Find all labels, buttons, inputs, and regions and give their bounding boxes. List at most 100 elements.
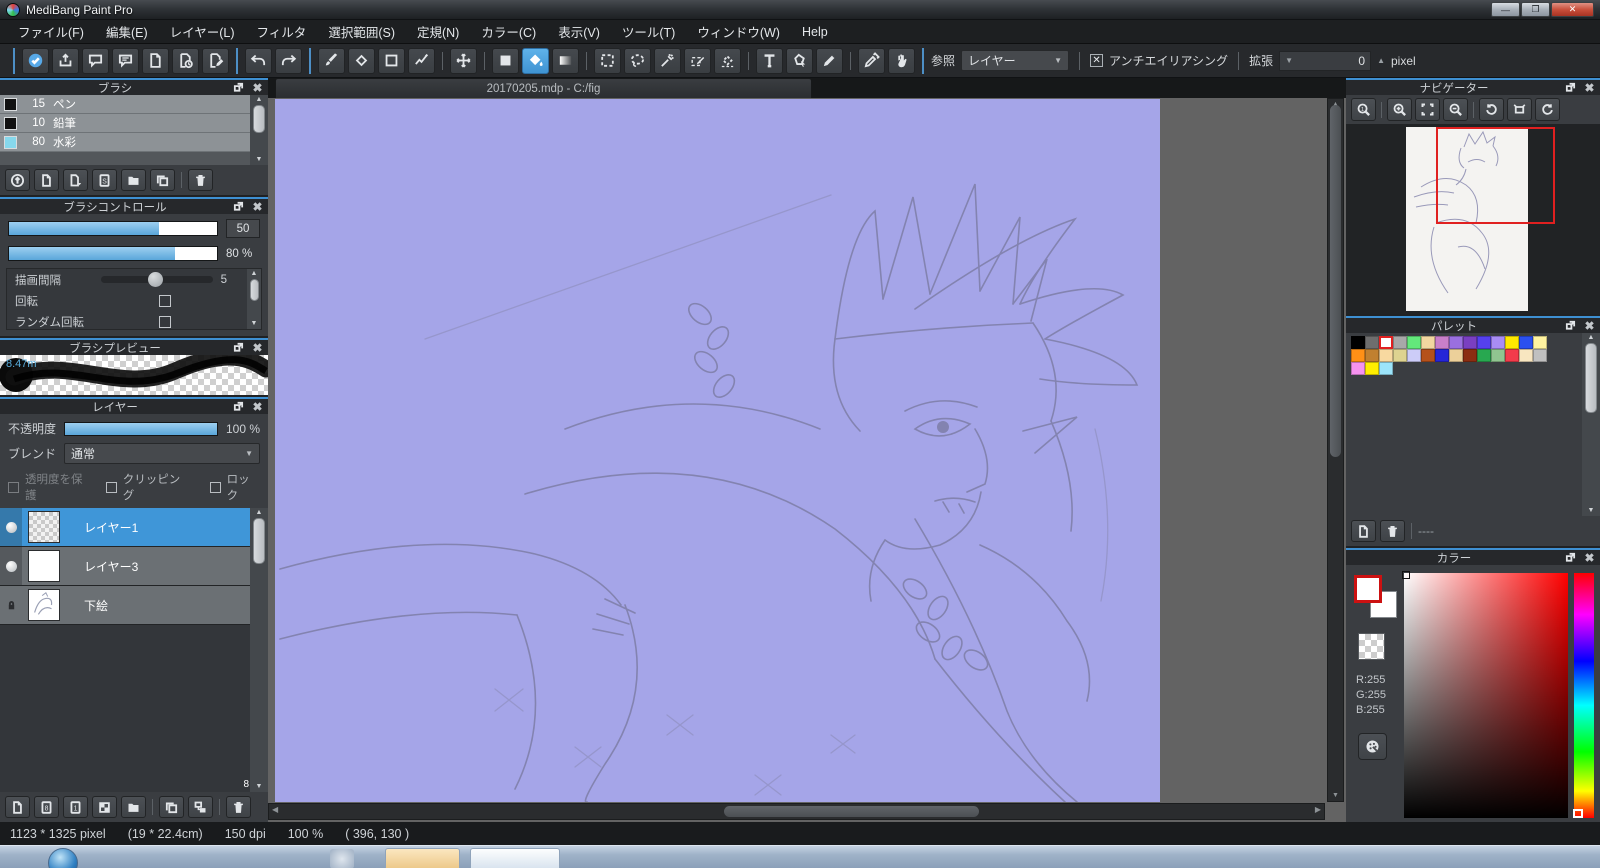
palette-color-6[interactable]	[1421, 336, 1435, 349]
scroll-right-icon[interactable]: ▶	[1315, 805, 1321, 814]
menu-item-9[interactable]: ツール(T)	[612, 19, 685, 44]
popout-icon[interactable]	[1562, 81, 1578, 94]
palette-color-9[interactable]	[1463, 336, 1477, 349]
palette-color-27[interactable]	[1519, 349, 1533, 362]
move-tool-button[interactable]	[450, 47, 477, 74]
eyedropper-tool-button[interactable]	[858, 47, 885, 74]
publish-button[interactable]	[52, 47, 79, 74]
trash-button[interactable]	[1380, 520, 1405, 542]
menu-item-2[interactable]: 編集(E)	[96, 19, 158, 44]
brush-opacity-slider[interactable]	[8, 246, 218, 261]
merge-button[interactable]	[188, 796, 213, 818]
document-button[interactable]	[142, 47, 169, 74]
layer-visibility-toggle[interactable]	[0, 547, 22, 585]
palette-mode-button[interactable]	[1358, 733, 1387, 760]
menu-item-11[interactable]: Help	[792, 22, 838, 42]
palette-color-23[interactable]	[1463, 349, 1477, 362]
saturation-value-picker[interactable]	[1402, 571, 1568, 818]
document-tab[interactable]: 20170205.mdp - C:/fig	[275, 78, 812, 98]
close-button[interactable]: ✕	[1551, 2, 1594, 17]
rect-select-tool-button[interactable]	[594, 47, 621, 74]
menu-item-8[interactable]: 表示(V)	[548, 19, 610, 44]
brush-list-scrollbar[interactable]: ▲ ▼	[250, 95, 268, 165]
rotate-reset-button[interactable]	[1507, 98, 1532, 121]
document-history-button[interactable]	[172, 47, 199, 74]
title-bar[interactable]: MediBang Paint Pro — ❐ ✕	[0, 0, 1600, 20]
folder-button[interactable]	[121, 169, 146, 191]
palette-color-7[interactable]	[1435, 336, 1449, 349]
menu-item-7[interactable]: カラー(C)	[471, 19, 546, 44]
palette-color-5[interactable]	[1407, 336, 1421, 349]
magic-wand-tool-button[interactable]	[654, 47, 681, 74]
scroll-thumb[interactable]	[253, 518, 265, 564]
curve-tool-button[interactable]	[408, 47, 435, 74]
scroll-down-icon[interactable]: ▼	[1588, 506, 1595, 516]
transparent-color-swatch[interactable]	[1358, 633, 1385, 660]
palette-color-24[interactable]	[1477, 349, 1491, 362]
palette-color-29[interactable]	[1351, 362, 1365, 375]
scroll-up-icon[interactable]: ▲	[1588, 333, 1595, 343]
palette-color-18[interactable]	[1393, 349, 1407, 362]
scroll-thumb[interactable]	[1330, 105, 1341, 457]
menu-item-5[interactable]: 選択範囲(S)	[318, 19, 405, 44]
checker-sq-button[interactable]	[92, 796, 117, 818]
comment-button[interactable]	[82, 47, 109, 74]
taskbar-window-button[interactable]	[470, 848, 560, 868]
canvas-horizontal-scrollbar[interactable]: ◀ ▶	[268, 803, 1325, 820]
popout-icon[interactable]	[1562, 551, 1578, 564]
palette-color-17[interactable]	[1379, 349, 1393, 362]
fill-shape-tool-button[interactable]	[492, 47, 519, 74]
layer-row-layer3[interactable]: レイヤー3	[0, 547, 250, 586]
palette-color-2[interactable]	[1365, 336, 1379, 349]
blend-dropdown[interactable]: 通常 ▼	[64, 443, 260, 464]
rotation-checkbox[interactable]	[159, 294, 171, 307]
palette-color-20[interactable]	[1421, 349, 1435, 362]
menu-item-1[interactable]: ファイル(F)	[8, 19, 94, 44]
gradient-tool-button[interactable]	[552, 47, 579, 74]
close-icon[interactable]	[249, 341, 265, 354]
select-eraser-tool-button[interactable]	[714, 47, 741, 74]
text-tool-button[interactable]	[756, 47, 783, 74]
layer-visibility-toggle[interactable]	[0, 508, 22, 546]
brush-size-slider[interactable]	[8, 221, 218, 236]
doc-arrow-button[interactable]	[63, 169, 88, 191]
layer-opacity-slider[interactable]	[64, 421, 218, 436]
brush-item-2[interactable]: 10 鉛筆	[0, 114, 250, 133]
palette-color-15[interactable]	[1351, 349, 1365, 362]
expand-spinbox[interactable]: ▼ 0	[1279, 50, 1372, 71]
bucket-tool-button[interactable]	[522, 47, 549, 74]
palette-color-12[interactable]	[1505, 336, 1519, 349]
palette-color-19[interactable]	[1407, 349, 1421, 362]
brush-upload-button[interactable]	[5, 169, 30, 191]
close-icon[interactable]	[1581, 551, 1597, 564]
navigator-thumbnail[interactable]	[1346, 124, 1600, 314]
clipping-checkbox[interactable]	[105, 481, 117, 493]
popout-icon[interactable]	[1562, 319, 1578, 332]
shape-tool-button[interactable]	[378, 47, 405, 74]
reference-dropdown[interactable]: レイヤー ▼	[961, 50, 1070, 71]
popout-icon[interactable]	[230, 81, 246, 94]
layer-list-scrollbar[interactable]: ▲ ▼	[250, 508, 268, 792]
brush-parameter-scrollbar[interactable]: ▲ ▼	[247, 269, 261, 329]
scroll-left-icon[interactable]: ◀	[272, 805, 278, 814]
close-icon[interactable]	[1581, 319, 1597, 332]
palette-color-3[interactable]	[1379, 336, 1393, 349]
new-doc-button[interactable]	[34, 169, 59, 191]
random-rotation-checkbox[interactable]	[159, 315, 171, 328]
close-icon[interactable]	[249, 81, 265, 94]
zoom-100-button[interactable]: 1	[1351, 98, 1376, 121]
palette-color-25[interactable]	[1491, 349, 1505, 362]
popout-icon[interactable]	[230, 341, 246, 354]
brush-tool-button[interactable]	[318, 47, 345, 74]
palette-color-1[interactable]	[1351, 336, 1365, 349]
doc-8-button[interactable]: 8	[34, 796, 59, 818]
duplicate-button[interactable]	[159, 796, 184, 818]
zoom-fit-button[interactable]	[1415, 98, 1440, 121]
palette-color-30[interactable]	[1365, 362, 1379, 375]
canvas-document[interactable]	[275, 99, 1160, 802]
menu-item-4[interactable]: フィルタ	[247, 19, 317, 44]
scroll-down-icon[interactable]: ▼	[256, 782, 263, 792]
scroll-up-icon[interactable]: ▲	[256, 508, 263, 518]
palette-color-14[interactable]	[1533, 336, 1547, 349]
pen-tool-button[interactable]	[816, 47, 843, 74]
